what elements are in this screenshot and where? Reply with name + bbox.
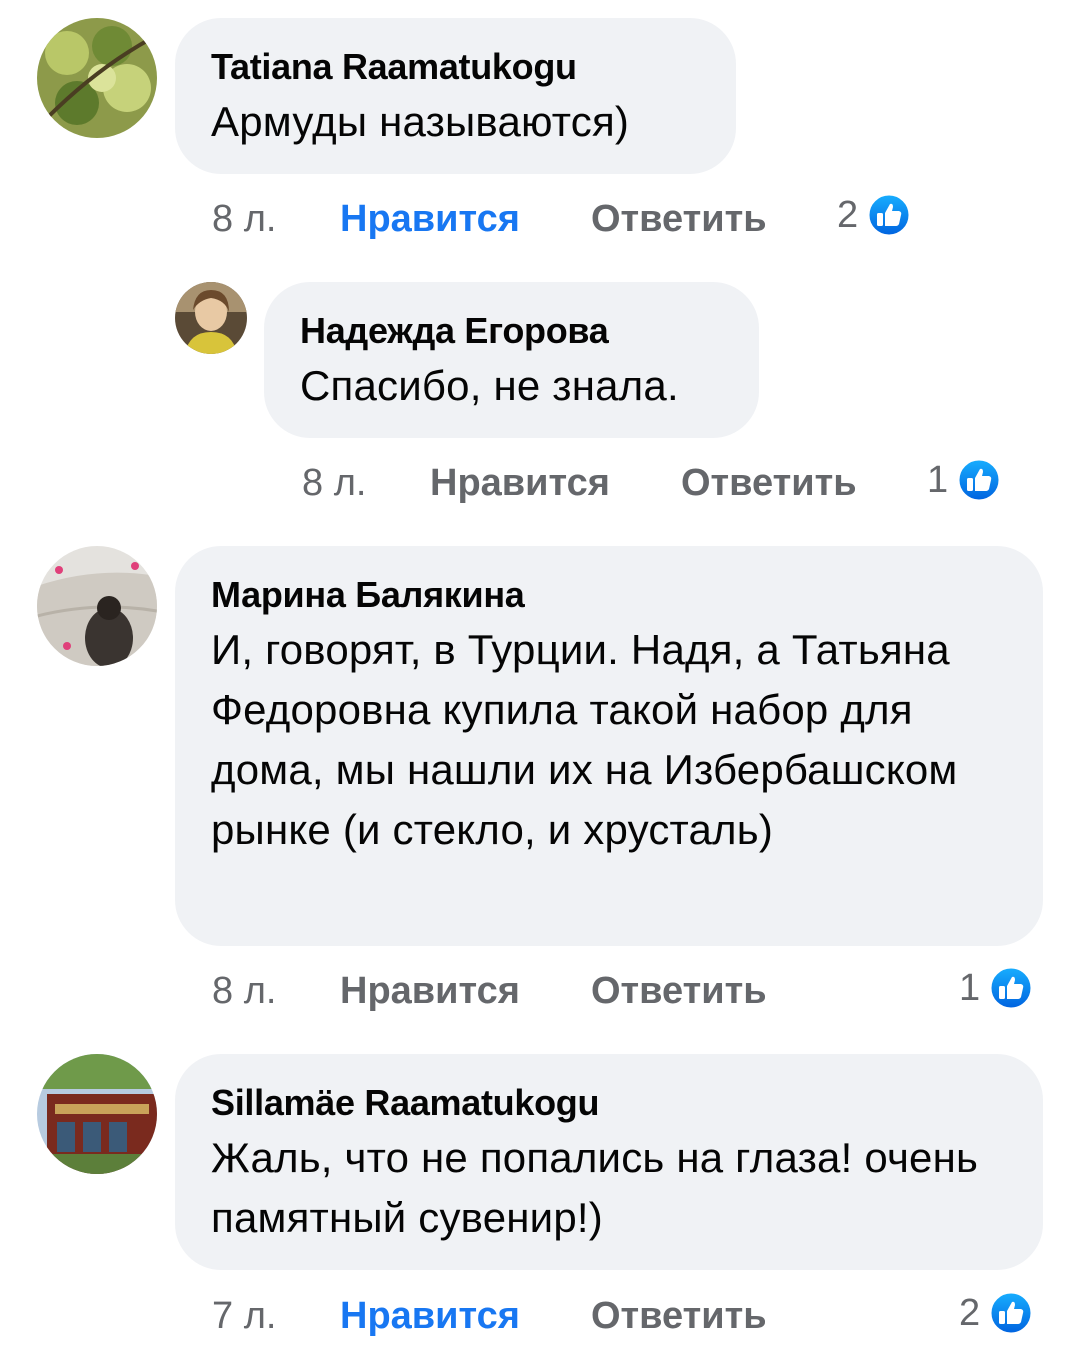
reaction-summary[interactable]: 1 [959, 963, 1034, 1013]
thumbs-up-icon [988, 1290, 1034, 1336]
like-button[interactable]: Нравится [340, 970, 591, 1013]
avatar[interactable] [37, 18, 157, 138]
like-button[interactable]: Нравится [340, 198, 591, 241]
reaction-count: 1 [959, 966, 981, 1009]
thumbs-up-icon [956, 457, 1002, 503]
comment-bubble: Марина Балякина И, говорят, в Турции. На… [175, 546, 1043, 946]
comment-author[interactable]: Tatiana Raamatukogu [211, 42, 700, 92]
reaction-summary[interactable]: 2 [837, 190, 912, 240]
comment-time[interactable]: 7 л. [212, 1295, 340, 1338]
avatar[interactable] [37, 546, 157, 666]
comment-bubble: Надежда Егорова Спасибо, не знала. [264, 282, 759, 438]
comment-bubble: Sillamäe Raamatukogu Жаль, что не попали… [175, 1054, 1043, 1270]
reply-button[interactable]: Ответить [681, 462, 857, 505]
library-building-avatar-icon [37, 1054, 157, 1174]
comment-actions: 8 л. Нравится Ответить [302, 458, 857, 508]
avatar[interactable] [175, 282, 247, 354]
reaction-summary[interactable]: 1 [927, 455, 1002, 505]
thumbs-up-icon [988, 965, 1034, 1011]
reaction-count: 1 [927, 458, 949, 501]
comment-author[interactable]: Sillamäe Raamatukogu [211, 1078, 1007, 1128]
beach-silhouette-avatar-icon [37, 546, 157, 666]
reaction-count: 2 [959, 1291, 981, 1334]
like-button[interactable]: Нравится [430, 462, 681, 505]
reaction-summary[interactable]: 2 [959, 1288, 1034, 1338]
comment-author[interactable]: Марина Балякина [211, 570, 1007, 620]
comment-text: Спасибо, не знала. [300, 362, 679, 409]
avatar[interactable] [37, 1054, 157, 1174]
comment-actions: 7 л. Нравится Ответить [212, 1291, 767, 1341]
comment-author[interactable]: Надежда Егорова [300, 306, 723, 356]
comment-time[interactable]: 8 л. [212, 970, 340, 1013]
like-button[interactable]: Нравится [340, 1295, 591, 1338]
woman-portrait-avatar-icon [175, 282, 247, 354]
comment-bubble: Tatiana Raamatukogu Армуды называются) [175, 18, 736, 174]
comment-text: Жаль, что не попались на глаза! очень па… [211, 1134, 979, 1241]
comment-time[interactable]: 8 л. [302, 462, 430, 505]
reply-button[interactable]: Ответить [591, 970, 767, 1013]
comment-actions: 8 л. Нравится Ответить [212, 194, 767, 244]
green-leaves-avatar-icon [37, 18, 157, 138]
reply-button[interactable]: Ответить [591, 1295, 767, 1338]
reaction-count: 2 [837, 193, 859, 236]
comment-text: И, говорят, в Турции. Надя, а Татьяна Фе… [211, 626, 958, 853]
comment-text: Армуды называются) [211, 98, 630, 145]
thumbs-up-icon [866, 192, 912, 238]
comment-actions: 8 л. Нравится Ответить [212, 966, 767, 1016]
comment-time[interactable]: 8 л. [212, 198, 340, 241]
reply-button[interactable]: Ответить [591, 198, 767, 241]
